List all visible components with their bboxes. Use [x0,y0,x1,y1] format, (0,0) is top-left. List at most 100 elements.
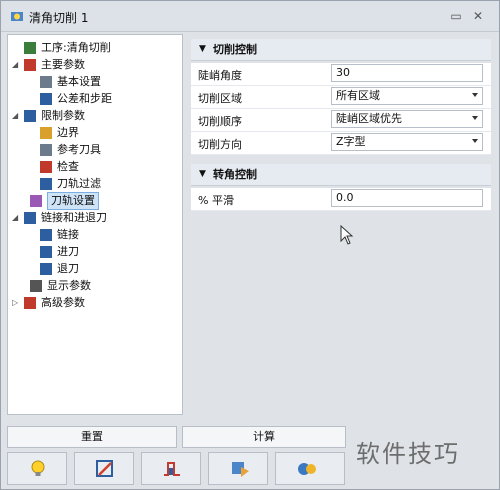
corner-control-group-header[interactable]: ▼ 转角控制 [191,164,491,186]
property-row: 切削区域 所有区域 [191,86,491,109]
gear-settings-icon [298,463,316,475]
property-value: Z字型 [336,135,366,148]
tree-item[interactable]: 工序:清角切削 [8,39,178,57]
property-row: 切削顺序 陡峭区域优先 [191,109,491,132]
property-value: 所有区域 [336,89,380,102]
property-label: 切削方向 [198,138,242,151]
tree-item-label: 主要参数 [41,58,85,71]
compute-button[interactable]: 计算 [182,426,346,448]
tree-item[interactable]: 检查 [8,158,178,176]
property-value: 30 [336,66,350,79]
tree-item[interactable]: 进刀 [8,243,178,261]
link-lead-icon [24,212,36,224]
property-value: 0.0 [336,191,354,204]
tree-item[interactable]: 刀轨过滤 [8,175,178,193]
basic-settings-icon [40,76,52,88]
property-label: 切削顺序 [198,115,242,128]
property-input[interactable]: 30 [331,64,483,82]
property-row: % 平滑 0.0 [191,188,491,211]
expander-icon[interactable]: ◢ [12,107,20,125]
title-bar[interactable]: 清角切削 1 ▭ ✕ [1,1,499,32]
tree-item[interactable]: 公差和步距 [8,90,178,108]
property-input[interactable]: 0.0 [331,189,483,207]
tree-item-label: 限制参数 [41,109,85,122]
tree-item[interactable]: 链接 [8,226,178,244]
tree-item[interactable]: 边界 [8,124,178,142]
link-icon [40,229,52,241]
cut-control-group-header[interactable]: ▼ 切削控制 [191,39,491,61]
property-label: % 平滑 [198,194,234,207]
property-label: 陡峭角度 [198,69,242,82]
tolerance-step-icon [40,93,52,105]
tree-item-label: 进刀 [57,245,79,258]
tree-item-label: 工序:清角切削 [41,41,111,54]
app-icon [11,12,23,21]
property-dropdown[interactable]: Z字型 [331,133,483,151]
tree-item-label: 基本设置 [57,75,101,88]
mouse-cursor-icon [340,225,354,245]
group-title: 切削控制 [213,43,257,56]
edit-button[interactable] [74,452,134,485]
property-dropdown[interactable]: 陡峭区域优先 [331,110,483,128]
tree-item-label: 刀轨过滤 [57,177,101,190]
boundary-icon [40,127,52,139]
tree-item-label: 链接和进退刀 [41,211,107,224]
reset-button[interactable]: 重置 [7,426,177,448]
expander-icon[interactable]: ◢ [12,56,20,74]
close-icon[interactable]: ✕ [468,6,488,26]
tree-item-label: 高级参数 [41,296,85,309]
tree-item[interactable]: 退刀 [8,260,178,278]
toolpath-settings-icon [30,195,42,207]
watermark-text: 软件技巧 [356,440,460,468]
tree-item-label: 检查 [57,160,79,173]
dropdown-arrow-icon[interactable] [472,139,478,143]
advanced-params-icon [24,297,36,309]
restore-icon[interactable]: ▭ [446,6,466,26]
tree-item[interactable]: 基本设置 [8,73,178,91]
collapse-chevron-icon[interactable]: ▼ [199,164,206,185]
display-params-icon [30,280,42,292]
tree-item-label: 退刀 [57,262,79,275]
tree-item[interactable]: 参考刀具 [8,141,178,159]
property-row: 陡峭角度 30 [191,63,491,86]
tree-item[interactable]: 刀轨设置 [8,192,178,210]
pulse-button[interactable] [141,452,201,485]
tree-item[interactable]: ▷ 高级参数 [8,294,178,312]
property-label: 切削区域 [198,92,242,105]
dropdown-arrow-icon[interactable] [472,116,478,120]
collapse-chevron-icon[interactable]: ▼ [199,39,206,60]
tree-item-label: 公差和步距 [57,92,112,105]
window-title: 清角切削 1 [29,11,89,25]
property-row: 切削方向 Z字型 [191,132,491,155]
tool-icon [232,462,249,477]
gear-settings-button[interactable] [275,452,345,485]
tree-item-label: 参考刀具 [57,143,101,156]
check-icon [40,161,52,173]
expander-icon[interactable]: ▷ [12,294,20,312]
pulse-icon [164,462,180,476]
tree-item-label: 边界 [57,126,79,139]
toolpath-filter-icon [40,178,52,190]
limit-params-icon [24,110,36,122]
tree-item-label: 刀轨设置 [47,192,99,210]
property-dropdown[interactable]: 所有区域 [331,87,483,105]
dropdown-arrow-icon[interactable] [472,93,478,97]
tip-button[interactable] [7,452,67,485]
group-title: 转角控制 [213,168,257,181]
tool-button[interactable] [208,452,268,485]
dialog-window: 清角切削 1 ▭ ✕ 工序:清角切削 ◢ 主要参数基本设置公差和步距 ◢ 限制参数边界参… [0,0,500,490]
lead-in-icon [40,246,52,258]
tip-bulb-icon [31,460,45,476]
edit-icon [96,460,113,477]
parameter-tree[interactable]: 工序:清角切削 ◢ 主要参数基本设置公差和步距 ◢ 限制参数边界参考刀具检查刀轨过滤刀轨… [7,34,183,415]
tree-item-label: 链接 [57,228,79,241]
property-value: 陡峭区域优先 [336,112,402,125]
tree-item[interactable]: 显示参数 [8,277,178,295]
reference-tool-icon [40,144,52,156]
tree-item[interactable]: ◢ 限制参数 [8,107,178,125]
main-params-icon [24,59,36,71]
tree-item[interactable]: ◢ 链接和进退刀 [8,209,178,227]
lead-out-icon [40,263,52,275]
expander-icon[interactable]: ◢ [12,209,20,227]
tree-item[interactable]: ◢ 主要参数 [8,56,178,74]
